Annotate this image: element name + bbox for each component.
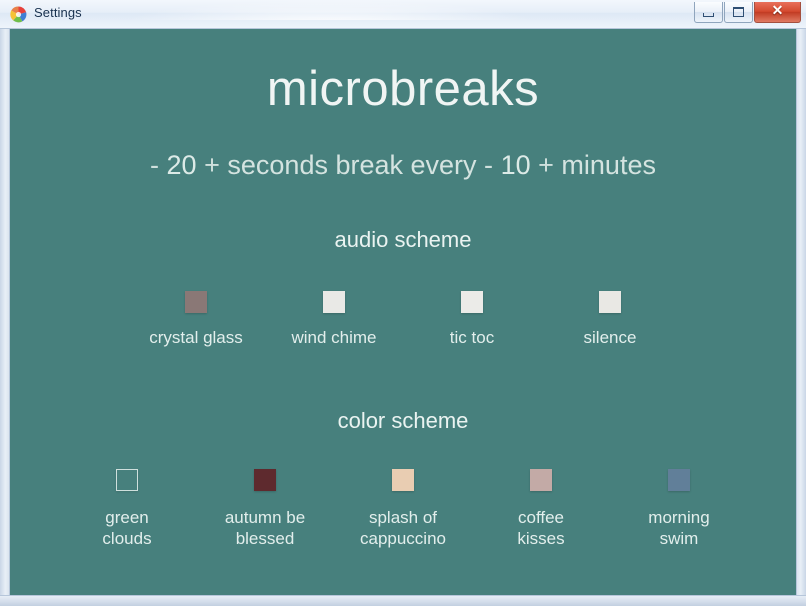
color-scheme-swatch[interactable]: [530, 469, 552, 491]
window-title: Settings: [34, 5, 82, 20]
maximize-icon: [733, 7, 744, 17]
interval-minutes-increment-button[interactable]: +: [538, 150, 554, 180]
audio-scheme-swatch[interactable]: [461, 291, 483, 313]
color-scheme-label: splash of cappuccino: [359, 508, 446, 549]
break-seconds-increment-button[interactable]: +: [204, 150, 220, 180]
window-frame-right: [796, 29, 806, 606]
color-scheme-swatch[interactable]: [116, 469, 138, 491]
window-frame-left: [0, 29, 10, 606]
color-scheme-option[interactable]: splash of cappuccino: [334, 469, 472, 550]
audio-scheme-option[interactable]: silence: [541, 291, 679, 348]
break-seconds-value: 20: [166, 150, 197, 180]
app-title: microbreaks: [266, 62, 540, 116]
window-controls: ✕: [693, 2, 801, 23]
audio-scheme-option[interactable]: tic toc: [403, 291, 541, 348]
break-seconds-decrement-button[interactable]: -: [150, 150, 159, 180]
audio-scheme-option[interactable]: wind chime: [265, 291, 403, 348]
color-scheme-heading: color scheme: [337, 408, 469, 433]
interval-minutes-label: minutes: [561, 150, 656, 180]
color-scheme-option[interactable]: morning swim: [610, 469, 748, 550]
audio-scheme-option[interactable]: crystal glass: [127, 291, 265, 348]
audio-scheme-options: crystal glass wind chime tic toc silence: [10, 291, 796, 348]
audio-scheme-label: tic toc: [449, 328, 495, 347]
minimize-icon: [703, 12, 714, 17]
timer-settings-line: - 20 + seconds break every - 10 + minute…: [10, 152, 796, 179]
app-swirl-icon: [10, 6, 27, 23]
audio-scheme-heading: audio scheme: [334, 227, 472, 252]
window-titlebar[interactable]: Settings ✕: [0, 0, 806, 29]
color-scheme-option[interactable]: coffee kisses: [472, 469, 610, 550]
close-button[interactable]: ✕: [754, 2, 801, 23]
interval-minutes-decrement-button[interactable]: -: [484, 150, 493, 180]
audio-scheme-swatch[interactable]: [599, 291, 621, 313]
audio-scheme-label: silence: [583, 328, 637, 347]
close-icon: ✕: [771, 4, 784, 19]
window-frame-bottom: [0, 595, 806, 606]
color-scheme-swatch[interactable]: [392, 469, 414, 491]
audio-scheme-swatch[interactable]: [323, 291, 345, 313]
color-scheme-swatch[interactable]: [254, 469, 276, 491]
color-scheme-label: green clouds: [102, 508, 152, 549]
color-scheme-option[interactable]: green clouds: [58, 469, 196, 550]
settings-window: Settings ✕ microbreaks - 20 + seconds br…: [0, 0, 806, 606]
audio-scheme-label: wind chime: [291, 328, 377, 347]
audio-scheme-swatch[interactable]: [185, 291, 207, 313]
color-scheme-label: autumn be blessed: [224, 508, 306, 549]
audio-scheme-label: crystal glass: [149, 328, 243, 347]
color-scheme-option[interactable]: autumn be blessed: [196, 469, 334, 550]
maximize-button[interactable]: [724, 2, 753, 23]
break-seconds-label: seconds break every: [227, 150, 477, 180]
color-scheme-options: green clouds autumn be blessed splash of c…: [10, 469, 796, 550]
interval-minutes-value: 10: [500, 150, 531, 180]
color-scheme-label: morning swim: [648, 508, 710, 549]
color-scheme-swatch[interactable]: [668, 469, 690, 491]
minimize-button[interactable]: [694, 2, 723, 23]
app-client-area: microbreaks - 20 + seconds break every -…: [10, 29, 796, 595]
color-scheme-label: coffee kisses: [517, 508, 565, 549]
